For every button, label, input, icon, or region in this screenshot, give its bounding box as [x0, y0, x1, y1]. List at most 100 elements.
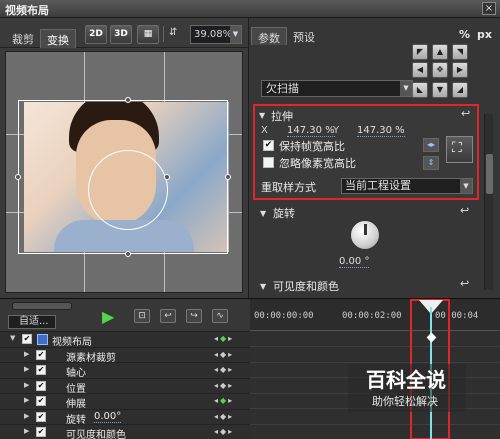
timeline-ruler[interactable]: 00:00:00:00 00:00:02:00 00:00:04	[250, 299, 500, 331]
align-top-icon[interactable]: ▲	[432, 44, 448, 60]
keyframe-nav-icon[interactable]: ◂◆▸	[214, 412, 234, 421]
collapse-caret-icon[interactable]: ▼	[10, 334, 15, 342]
preview-toolbar: 裁剪 变换 2D 3D ▦ ⇵ 39.08% ▼	[0, 18, 248, 48]
preset-select[interactable]: 自适...	[8, 315, 56, 329]
stretch-x-value[interactable]: 147.30 %	[287, 125, 335, 137]
collapse-caret-icon[interactable]: ▼	[260, 209, 266, 218]
unit-percent-toggle[interactable]: %	[459, 28, 470, 41]
track-row[interactable]: ▶ ✔ 源素材裁剪 ◂◆▸	[0, 346, 250, 364]
resample-select[interactable]: 当前工程设置 ▼	[341, 178, 473, 194]
zoom-value: 39.08%	[194, 29, 233, 40]
curve-icon[interactable]: ∿	[212, 309, 228, 323]
track-checkbox[interactable]: ✔	[22, 334, 32, 344]
close-button[interactable]: ×	[482, 2, 496, 15]
track-row[interactable]: ▼ ✔ 视频布局 ◂◆▸	[0, 331, 250, 348]
expand-caret-icon[interactable]: ▶	[24, 396, 29, 404]
keep-aspect-checkbox[interactable]: ✔	[263, 140, 274, 151]
chevron-down-icon[interactable]: ▼	[460, 179, 472, 193]
ignore-pixel-aspect-checkbox[interactable]	[263, 157, 274, 168]
resize-handle-bottom[interactable]	[125, 251, 131, 257]
track-checkbox[interactable]: ✔	[36, 365, 46, 375]
zoom-stepper-icon[interactable]: ⇵	[169, 27, 177, 38]
align-left-icon[interactable]: ◀	[412, 62, 428, 78]
view-3d-button[interactable]: 3D	[110, 25, 132, 44]
stretch-section: ▼ 拉伸 ↩ X 147.30 % Y 147.30 % ✔ 保持帧宽高比 忽略…	[253, 104, 479, 200]
expand-caret-icon[interactable]: ▶	[24, 427, 29, 435]
expand-caret-icon[interactable]: ▶	[24, 350, 29, 358]
grid-toggle-icon[interactable]: ▦	[137, 25, 159, 44]
tab-crop[interactable]: 裁剪	[6, 29, 40, 48]
redo-icon[interactable]: ↪	[186, 309, 202, 323]
track-row[interactable]: ▶ ✔ 轴心 ◂◆▸	[0, 362, 250, 379]
track-checkbox[interactable]: ✔	[36, 380, 46, 391]
expand-icon: ⛶	[452, 140, 462, 156]
vertical-scrollbar[interactable]	[484, 114, 493, 290]
align-right-icon[interactable]: ▶	[452, 62, 468, 78]
align-bottom-left-icon[interactable]: ◣	[412, 82, 428, 98]
track-row[interactable]: ▶ ✔ 可见度和颜色 ◂◆▸	[0, 424, 250, 439]
track-checkbox[interactable]: ✔	[36, 349, 46, 360]
align-top-left-icon[interactable]: ◤	[412, 44, 428, 60]
rotate-title: 旋转	[273, 207, 295, 220]
keyframe-nav-icon[interactable]: ◂◆▸	[214, 396, 234, 405]
ruler-time: 00:00:02:00	[342, 311, 402, 321]
aspect-stepper-icon[interactable]: ⇕	[423, 156, 439, 170]
preview-canvas[interactable]	[5, 51, 243, 293]
add-keyframe-icon[interactable]: ⊡	[134, 309, 150, 323]
resize-handle-right[interactable]	[225, 174, 231, 180]
scan-mode-select[interactable]: 欠扫描 ▼	[261, 80, 413, 97]
keyframe-nav-icon[interactable]: ◂◆▸	[214, 334, 234, 343]
resize-handle-left[interactable]	[15, 174, 21, 180]
track-name: 可见度和颜色	[66, 430, 126, 439]
reset-icon[interactable]: ↩	[460, 204, 469, 217]
play-icon[interactable]: ▶	[102, 307, 114, 326]
preview-panel: 裁剪 变换 2D 3D ▦ ⇵ 39.08% ▼	[0, 18, 248, 298]
align-bottom-right-icon[interactable]: ◢	[452, 82, 468, 98]
keyframe-nav-icon[interactable]: ◂◆▸	[214, 350, 234, 359]
align-top-right-icon[interactable]: ◥	[452, 44, 468, 60]
collapse-caret-icon[interactable]: ▼	[260, 282, 266, 291]
expand-caret-icon[interactable]: ▶	[24, 412, 29, 420]
view-2d-button[interactable]: 2D	[85, 25, 107, 44]
unit-px-toggle[interactable]: px	[477, 28, 492, 41]
keyframe-nav-icon[interactable]: ◂◆▸	[214, 427, 234, 436]
timeline-zoom-slider[interactable]	[12, 302, 72, 310]
stretch-title: 拉伸	[271, 110, 293, 123]
track-checkbox[interactable]: ✔	[36, 427, 46, 437]
resample-label: 重取样方式	[261, 181, 316, 194]
tab-parameters[interactable]: 参数	[251, 27, 287, 45]
resize-handle-top[interactable]	[125, 97, 131, 103]
chevron-down-icon[interactable]: ▼	[230, 26, 241, 43]
reset-icon[interactable]: ↩	[461, 107, 470, 120]
track-checkbox[interactable]: ✔	[36, 411, 46, 422]
tab-transform[interactable]: 变换	[40, 29, 76, 48]
rotation-value[interactable]: 0.00 °	[339, 256, 370, 268]
ruler-time: 00:00:00:00	[254, 311, 314, 321]
track-row[interactable]: ▶ ✔ 伸展 ◂◆▸	[0, 393, 250, 410]
keyframe-nav-icon[interactable]: ◂◆▸	[214, 365, 234, 374]
chevron-down-icon[interactable]: ▼	[400, 81, 412, 96]
undo-icon[interactable]: ↩	[160, 309, 176, 323]
track-row[interactable]: ▶ ✔ 位置 ◂◆▸	[0, 377, 250, 395]
expand-caret-icon[interactable]: ▶	[24, 381, 29, 389]
watermark: 百科全说 助你轻松解决	[348, 364, 466, 412]
keyframe-nav-icon[interactable]: ◂◆▸	[214, 381, 234, 390]
reset-icon[interactable]: ↩	[460, 277, 469, 290]
fit-frame-button[interactable]: ⛶	[446, 136, 473, 163]
track-row[interactable]: ▶ ✔ 旋转 0.00° ◂◆▸	[0, 408, 250, 426]
tab-presets[interactable]: 预设	[287, 27, 321, 45]
collapse-caret-icon[interactable]: ▼	[259, 111, 265, 120]
track-checkbox[interactable]: ✔	[36, 396, 46, 406]
align-center-icon[interactable]: ✥	[432, 62, 448, 78]
rotation-handle-ring[interactable]	[88, 150, 168, 230]
zoom-field[interactable]: 39.08% ▼	[190, 25, 242, 44]
align-bottom-icon[interactable]: ▼	[432, 82, 448, 98]
aspect-link-icon[interactable]: ◂▸	[423, 138, 439, 152]
watermark-logo: 百科全说	[366, 368, 446, 392]
rotation-knob[interactable]	[350, 220, 380, 250]
rotation-handle[interactable]	[164, 174, 170, 180]
expand-caret-icon[interactable]: ▶	[24, 365, 29, 373]
track-value[interactable]: 0.00°	[94, 411, 122, 423]
stretch-y-value[interactable]: 147.30 %	[357, 125, 405, 137]
alignment-pad: ◤ ▲ ◥ ◀ ✥ ▶ ◣ ▼ ◢	[412, 44, 488, 100]
